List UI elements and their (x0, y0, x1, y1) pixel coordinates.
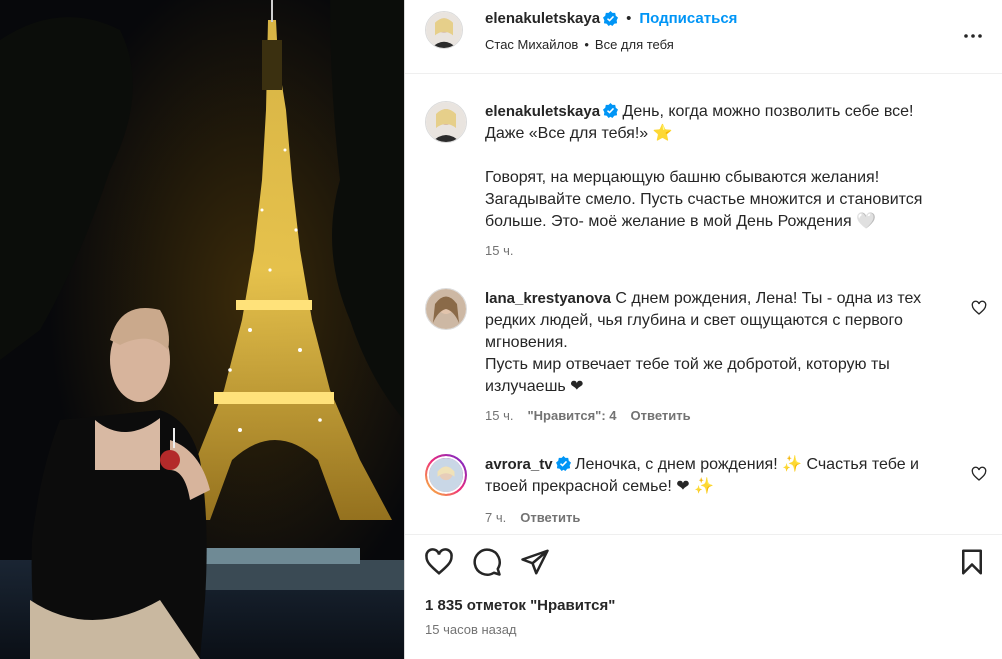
comment-line: твоей прекрасной семье! ❤ ✨ (485, 478, 714, 495)
comment-line: редких людей, чья глубина и свет ощущают… (485, 312, 903, 329)
comment-text: avrora_tv Леночка, с днем рождения! ✨ Сч… (485, 454, 955, 498)
comment-line: Леночка, с днем рождения! ✨ Счастья тебе… (575, 456, 919, 473)
like-comment-heart-icon[interactable] (971, 466, 987, 482)
author-line: elenakuletskaya • Подписаться (485, 10, 737, 27)
comment-username[interactable]: lana_krestyanova (485, 290, 611, 307)
audio-track: Все для тебя (594, 37, 674, 52)
verified-badge-icon (603, 103, 619, 118)
comment-line: излучаешь ❤ (485, 378, 584, 395)
post-photo[interactable] (0, 0, 404, 659)
likes-count[interactable]: 1 835 отметок "Нравится" (425, 597, 615, 614)
separator-dot: • (626, 10, 632, 27)
follow-button[interactable]: Подписаться (639, 10, 737, 27)
more-options-icon[interactable] (961, 24, 985, 48)
caption-author-avatar[interactable] (425, 101, 467, 143)
post-actions: 1 835 отметок "Нравится" 15 часов назад (405, 534, 1002, 659)
caption-line: Говорят, на мерцающую башню сбываются же… (485, 169, 880, 186)
comment-text: lana_krestyanova С днем рождения, Лена! … (485, 288, 955, 398)
bookmark-icon[interactable] (957, 547, 987, 577)
reply-button[interactable]: Ответить (520, 510, 580, 525)
caption-line: больше. Это- моё желание в мой День Рожд… (485, 213, 876, 230)
verified-badge-icon (603, 11, 619, 26)
comment-time[interactable]: 7 ч. (485, 510, 506, 525)
comment-icon[interactable] (472, 547, 502, 577)
audio-separator: • (584, 37, 589, 52)
caption-text: elenakuletskaya День, когда можно позвол… (485, 101, 955, 233)
audio-info[interactable]: Стас Михайлов • Все для тебя (485, 37, 674, 52)
caption-line: День, когда можно позволить себе все! (622, 103, 914, 120)
comment-meta: 7 ч. Ответить (485, 510, 580, 525)
commenter-avatar[interactable] (425, 288, 467, 330)
heart-icon[interactable] (424, 547, 454, 577)
audio-artist: Стас Михайлов (485, 37, 579, 52)
eiffel-tower-photo (0, 0, 404, 659)
author-avatar[interactable] (425, 11, 463, 49)
commenter-avatar[interactable] (425, 454, 467, 496)
post-detail-panel: elenakuletskaya • Подписаться Стас Михай… (404, 0, 1002, 659)
comment-time[interactable]: 15 ч. (485, 408, 513, 423)
post-header: elenakuletskaya • Подписаться Стас Михай… (405, 0, 1002, 74)
caption-username[interactable]: elenakuletskaya (485, 103, 600, 120)
author-username[interactable]: elenakuletskaya (485, 10, 600, 27)
comment-username[interactable]: avrora_tv (485, 456, 553, 473)
caption-line: Загадывайте смело. Пусть счастье множитс… (485, 191, 923, 208)
caption-time[interactable]: 15 ч. (485, 243, 513, 258)
like-comment-heart-icon[interactable] (971, 300, 987, 316)
comment-line: мгновения. (485, 334, 568, 351)
comment-likes[interactable]: "Нравится": 4 (527, 408, 616, 423)
comment-line: С днем рождения, Лена! Ты - одна из тех (615, 290, 922, 307)
caption-line: Даже «Все для тебя!» ⭐ (485, 125, 673, 142)
post-time[interactable]: 15 часов назад (425, 622, 517, 637)
caption-meta: 15 ч. (485, 243, 513, 258)
comment-meta: 15 ч. "Нравится": 4 Ответить (485, 408, 691, 423)
comment-line: Пусть мир отвечает тебе той же добротой,… (485, 356, 890, 373)
comments-list[interactable]: elenakuletskaya День, когда можно позвол… (405, 74, 1002, 534)
reply-button[interactable]: Ответить (631, 408, 691, 423)
verified-badge-icon (555, 456, 571, 471)
share-icon[interactable] (520, 547, 550, 577)
